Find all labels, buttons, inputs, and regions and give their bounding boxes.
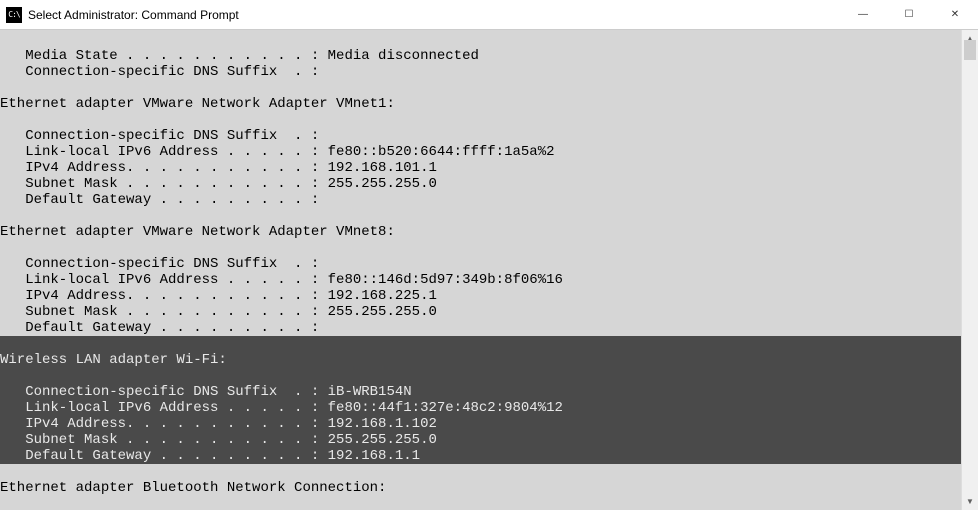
terminal-line: [0, 464, 961, 480]
terminal-line: Connection-specific DNS Suffix . :: [0, 64, 961, 80]
scrollbar[interactable]: ▲ ▼: [961, 30, 978, 510]
terminal-line: [0, 208, 961, 224]
terminal-line: Subnet Mask . . . . . . . . . . . : 255.…: [0, 432, 961, 448]
terminal-line: Connection-specific DNS Suffix . :: [0, 256, 961, 272]
terminal-line: [0, 240, 961, 256]
terminal-line: Subnet Mask . . . . . . . . . . . : 255.…: [0, 304, 961, 320]
terminal-line: Subnet Mask . . . . . . . . . . . : 255.…: [0, 176, 961, 192]
terminal-line: [0, 80, 961, 96]
terminal-line: [0, 496, 961, 510]
terminal-line: Ethernet adapter VMware Network Adapter …: [0, 96, 961, 112]
terminal-line: Default Gateway . . . . . . . . . : 192.…: [0, 448, 961, 464]
terminal-line: IPv4 Address. . . . . . . . . . . : 192.…: [0, 160, 961, 176]
terminal-line: Connection-specific DNS Suffix . : iB-WR…: [0, 384, 961, 400]
terminal-line: Connection-specific DNS Suffix . :: [0, 128, 961, 144]
maximize-button[interactable]: ☐: [886, 0, 932, 30]
scroll-down-arrow[interactable]: ▼: [962, 493, 978, 510]
terminal-line: IPv4 Address. . . . . . . . . . . : 192.…: [0, 416, 961, 432]
terminal-container: Media State . . . . . . . . . . . : Medi…: [0, 30, 978, 510]
window-title: Select Administrator: Command Prompt: [28, 8, 239, 22]
terminal-line: Ethernet adapter Bluetooth Network Conne…: [0, 480, 961, 496]
titlebar-left: C:\ Select Administrator: Command Prompt: [6, 7, 239, 23]
terminal-line: [0, 32, 961, 48]
terminal-line: Link-local IPv6 Address . . . . . : fe80…: [0, 400, 961, 416]
terminal-line: Ethernet adapter VMware Network Adapter …: [0, 224, 961, 240]
terminal-line: Link-local IPv6 Address . . . . . : fe80…: [0, 144, 961, 160]
titlebar[interactable]: C:\ Select Administrator: Command Prompt…: [0, 0, 978, 30]
minimize-button[interactable]: —: [840, 0, 886, 30]
terminal-line: Default Gateway . . . . . . . . . :: [0, 192, 961, 208]
close-button[interactable]: ✕: [932, 0, 978, 30]
terminal-line: [0, 112, 961, 128]
terminal-line: [0, 336, 961, 352]
terminal-line: Link-local IPv6 Address . . . . . : fe80…: [0, 272, 961, 288]
terminal-line: IPv4 Address. . . . . . . . . . . : 192.…: [0, 288, 961, 304]
terminal-line: Wireless LAN adapter Wi-Fi:: [0, 352, 961, 368]
cmd-icon: C:\: [6, 7, 22, 23]
terminal-line: Media State . . . . . . . . . . . : Medi…: [0, 48, 961, 64]
scroll-thumb[interactable]: [964, 40, 976, 60]
terminal-line: [0, 368, 961, 384]
window-controls: — ☐ ✕: [840, 0, 978, 30]
terminal-line: Default Gateway . . . . . . . . . :: [0, 320, 961, 336]
terminal-output[interactable]: Media State . . . . . . . . . . . : Medi…: [0, 30, 961, 510]
